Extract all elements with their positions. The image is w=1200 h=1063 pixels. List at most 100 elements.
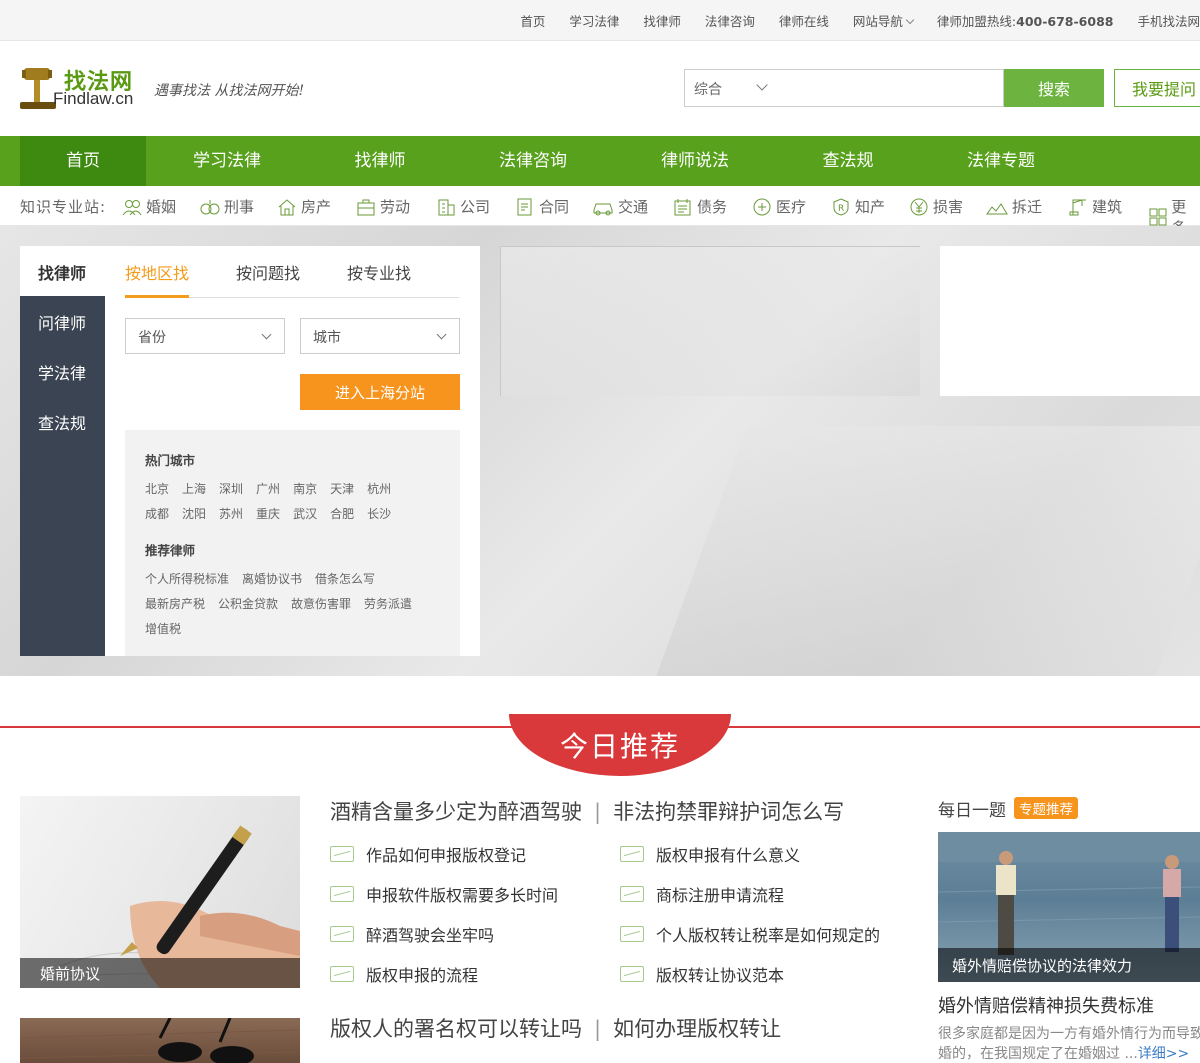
top-link-home[interactable]: 首页 bbox=[520, 11, 545, 30]
image-icon bbox=[620, 966, 644, 982]
headline-link[interactable]: 版权人的署名权可以转让吗 bbox=[330, 1017, 582, 1041]
ksite-debt[interactable]: 债务 bbox=[673, 196, 727, 217]
article-link[interactable]: 商标注册申请流程 bbox=[620, 882, 784, 906]
nav-consult[interactable]: 法律咨询 bbox=[471, 136, 595, 186]
image-caption[interactable]: 婚前协议 bbox=[20, 958, 300, 988]
ksite-label: 知产 bbox=[855, 198, 886, 216]
recommend-link[interactable]: 最新房产税 bbox=[145, 597, 205, 611]
ksite-company[interactable]: 公司 bbox=[436, 196, 490, 217]
logo-domain[interactable]: Findlaw.cn bbox=[53, 89, 133, 109]
nav-lawyer-talk[interactable]: 律师说法 bbox=[633, 136, 757, 186]
headline-link[interactable]: 酒精含量多少定为醉酒驾驶 bbox=[330, 800, 582, 824]
details-link[interactable]: 详细>> bbox=[1138, 1046, 1189, 1062]
article-link[interactable]: 版权转让协议范本 bbox=[620, 962, 784, 986]
recommend-link[interactable]: 增值税 bbox=[145, 622, 181, 636]
topic-recommend-badge[interactable]: 专题推荐 bbox=[1014, 797, 1078, 819]
premarital-agreement-image[interactable]: 婚前协议 bbox=[20, 796, 300, 988]
ksite-marriage[interactable]: 婚姻 bbox=[122, 196, 176, 217]
article-link[interactable]: 作品如何申报版权登记 bbox=[330, 842, 526, 866]
ksite-traffic[interactable]: 交通 bbox=[592, 196, 648, 217]
nav-learn-law[interactable]: 学习法律 bbox=[165, 136, 289, 186]
ksite-property[interactable]: 房产 bbox=[277, 196, 331, 217]
top-link-mobile[interactable]: 手机找法网 bbox=[1137, 11, 1200, 30]
ksite-demolition[interactable]: 拆迁 bbox=[986, 196, 1042, 217]
city-link[interactable]: 南京 bbox=[293, 482, 317, 496]
chevron-down-icon bbox=[756, 79, 768, 91]
top-link-find-lawyer[interactable]: 找律师 bbox=[643, 11, 681, 30]
city-link[interactable]: 天津 bbox=[330, 482, 354, 496]
ksite-medical[interactable]: 医疗 bbox=[752, 196, 806, 217]
province-select[interactable]: 省份 bbox=[125, 318, 285, 354]
article-title: 版权申报有什么意义 bbox=[656, 846, 801, 865]
recommend-link[interactable]: 劳务派遣 bbox=[364, 597, 412, 611]
city-link[interactable]: 武汉 bbox=[293, 507, 317, 521]
tab-by-region[interactable]: 按地区找 bbox=[125, 260, 189, 284]
article-link[interactable]: 版权申报的流程 bbox=[330, 962, 478, 986]
ksite-damage[interactable]: 损害 bbox=[909, 196, 963, 217]
ksite-ip[interactable]: R 知产 bbox=[831, 196, 885, 217]
recommend-link[interactable]: 离婚协议书 bbox=[242, 572, 302, 586]
nav-topics[interactable]: 法律专题 bbox=[939, 136, 1063, 186]
city-link[interactable]: 沈阳 bbox=[182, 507, 206, 521]
article-link[interactable]: 个人版权转让税率是如何规定的 bbox=[620, 922, 880, 946]
finder-side-learn-law[interactable]: 学法律 bbox=[38, 360, 86, 384]
city-link[interactable]: 北京 bbox=[145, 482, 169, 496]
recommend-link[interactable]: 公积金贷款 bbox=[218, 597, 278, 611]
city-link[interactable]: 成都 bbox=[145, 507, 169, 521]
tab-by-specialty[interactable]: 按专业找 bbox=[347, 260, 411, 284]
nav-regulations[interactable]: 查法规 bbox=[786, 136, 910, 186]
recommend-link[interactable]: 借条怎么写 bbox=[315, 572, 375, 586]
city-link[interactable]: 广州 bbox=[256, 482, 280, 496]
nav-find-lawyer[interactable]: 找律师 bbox=[318, 136, 442, 186]
nav-home[interactable]: 首页 bbox=[20, 136, 146, 186]
headline-link[interactable]: 非法拘禁罪辩护词怎么写 bbox=[613, 800, 844, 824]
knowledge-label: 知识专业站: bbox=[20, 198, 107, 216]
recommend-link[interactable]: 个人所得税标准 bbox=[145, 572, 229, 586]
image-caption[interactable]: 婚外情赔偿协议的法律效力 bbox=[938, 948, 1200, 982]
city-link[interactable]: 合肥 bbox=[330, 507, 354, 521]
top-link-consult[interactable]: 法律咨询 bbox=[705, 11, 755, 30]
search-input[interactable]: 综合 bbox=[684, 69, 1004, 107]
city-select[interactable]: 城市 bbox=[300, 318, 460, 354]
city-link[interactable]: 长沙 bbox=[367, 507, 391, 521]
tab-by-problem[interactable]: 按问题找 bbox=[236, 260, 300, 284]
toolbox-icon bbox=[357, 199, 375, 215]
ksite-criminal[interactable]: 刑事 bbox=[200, 196, 254, 217]
daily-question-headline[interactable]: 婚外情赔偿精神损失费标准 bbox=[938, 992, 1154, 1018]
city-link[interactable]: 重庆 bbox=[256, 507, 280, 521]
city-link[interactable]: 深圳 bbox=[219, 482, 243, 496]
image-icon bbox=[330, 926, 354, 942]
ksite-label: 合同 bbox=[539, 198, 570, 216]
article-image-2[interactable] bbox=[20, 1018, 300, 1063]
ksite-contract[interactable]: 合同 bbox=[515, 196, 569, 217]
article-link[interactable]: 版权申报有什么意义 bbox=[620, 842, 800, 866]
demolition-icon bbox=[986, 202, 1008, 214]
search-button[interactable]: 搜索 bbox=[1004, 69, 1104, 107]
chevron-down-icon bbox=[261, 329, 272, 340]
city-link[interactable]: 杭州 bbox=[367, 482, 391, 496]
article-link[interactable]: 醉酒驾驶会坐牢吗 bbox=[330, 922, 494, 946]
article-title: 作品如何申报版权登记 bbox=[366, 846, 527, 865]
city-link[interactable]: 苏州 bbox=[219, 507, 243, 521]
ask-question-button[interactable]: 我要提问 bbox=[1114, 69, 1200, 107]
top-link-site-nav[interactable]: 网站导航 bbox=[853, 11, 915, 30]
city-link[interactable]: 上海 bbox=[182, 482, 206, 496]
ksite-labor[interactable]: 劳动 bbox=[356, 196, 410, 217]
province-select-value: 省份 bbox=[138, 330, 166, 346]
finder-title[interactable]: 找律师 bbox=[38, 260, 86, 284]
hot-cities-row: 北京 上海 深圳 广州 南京 天津 杭州 bbox=[145, 480, 404, 497]
article-link[interactable]: 申报软件版权需要多长时间 bbox=[330, 882, 558, 906]
ksite-label: 劳动 bbox=[380, 198, 411, 216]
enter-branch-button[interactable]: 进入上海分站 bbox=[300, 374, 460, 410]
car-icon bbox=[593, 203, 613, 215]
finder-side-ask-lawyer[interactable]: 问律师 bbox=[38, 310, 86, 334]
finder-side-regulations[interactable]: 查法规 bbox=[38, 410, 86, 434]
headline-link[interactable]: 如何办理版权转让 bbox=[613, 1017, 781, 1041]
daily-question-image[interactable]: 婚外情赔偿协议的法律效力 bbox=[938, 832, 1200, 982]
recommend-link[interactable]: 故意伤害罪 bbox=[291, 597, 351, 611]
ksite-construction[interactable]: 建筑 bbox=[1068, 196, 1122, 217]
top-link-learn-law[interactable]: 学习法律 bbox=[569, 11, 619, 30]
hero-banner-slot[interactable] bbox=[500, 246, 920, 396]
top-link-lawyer-online[interactable]: 律师在线 bbox=[779, 11, 829, 30]
search-category-select[interactable]: 综合 bbox=[694, 79, 722, 99]
